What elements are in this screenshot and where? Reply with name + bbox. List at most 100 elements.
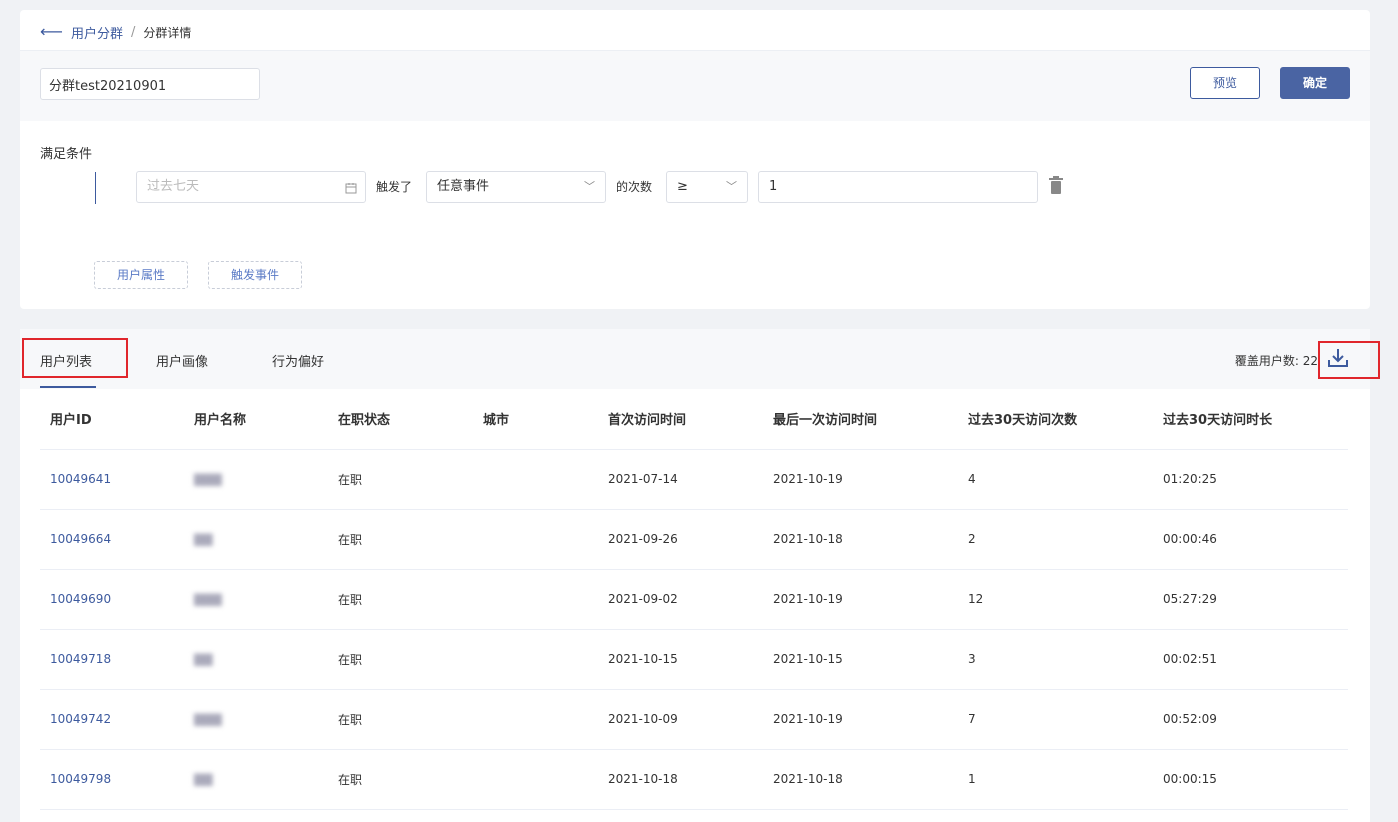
calendar-icon <box>345 172 357 202</box>
table-cell: ▇▇▇ <box>184 449 328 510</box>
add-trigger-event-button[interactable]: 触发事件 <box>208 261 302 289</box>
table-cell: 在职 <box>328 629 473 690</box>
table-cell: 2021-10-19 <box>763 689 958 750</box>
table-cell <box>473 749 598 810</box>
table-cell: 在职 <box>328 569 473 630</box>
preview-button[interactable]: 预览 <box>1190 67 1260 99</box>
triggered-label: 触发了 <box>376 180 413 194</box>
date-range-picker[interactable]: 过去七天 <box>136 171 366 203</box>
tabs-bar <box>20 329 1370 389</box>
column-header: 过去30天访问时长 <box>1153 389 1348 450</box>
table-cell: 2021-10-15 <box>598 629 763 690</box>
column-header: 城市 <box>473 389 598 450</box>
tab-user-portrait[interactable]: 用户画像 <box>156 351 208 370</box>
table-cell: 2021-10-15 <box>763 629 958 690</box>
table-row[interactable]: 10049664 ▇▇ 在职 2021-09-26 2021-10-18 2 00:00:4… <box>40 509 1348 570</box>
table-cell: ▇▇ <box>184 749 328 810</box>
count-label: 的次数 <box>616 180 653 194</box>
table-cell: 2021-10-09 <box>598 689 763 750</box>
arrow-left-icon[interactable]: ⟵ <box>40 23 63 41</box>
operator-select[interactable]: ≥ ﹀ <box>666 171 748 203</box>
table-cell: 00:00:15 <box>1153 749 1348 810</box>
event-select-value: 任意事件 <box>437 179 490 194</box>
coverage-value: 22 <box>1302 354 1318 368</box>
column-header: 在职状态 <box>328 389 473 450</box>
table-cell <box>473 509 598 570</box>
event-select[interactable]: 任意事件 ﹀ <box>426 171 606 203</box>
coverage-label: 覆盖用户数: <box>1234 354 1299 368</box>
operator-select-value: ≥ <box>677 179 688 194</box>
breadcrumb-separator: / <box>130 24 136 40</box>
table-row[interactable]: 10049798 ▇▇ 在职 2021-10-18 2021-10-18 1 00:00:1… <box>40 749 1348 810</box>
trash-icon[interactable] <box>1048 176 1064 196</box>
table-cell[interactable]: 10049664 <box>40 509 184 570</box>
table-cell: 2021-09-02 <box>598 569 763 630</box>
table-cell: 2 <box>958 509 1153 570</box>
conditions-title: 满足条件 <box>40 147 93 162</box>
column-header: 用户名称 <box>184 389 328 450</box>
table-row[interactable]: 10049718 ▇▇ 在职 2021-10-15 2021-10-15 3 00:02:5… <box>40 629 1348 690</box>
tab-behavior-preference[interactable]: 行为偏好 <box>272 351 324 370</box>
table-cell <box>473 629 598 690</box>
table-cell: 00:52:09 <box>1153 689 1348 750</box>
count-value-input[interactable]: 1 <box>758 171 1038 203</box>
table-cell: 7 <box>958 689 1153 750</box>
column-header: 过去30天访问次数 <box>958 389 1153 450</box>
table-cell: 3 <box>958 629 1153 690</box>
table-cell: 00:02:51 <box>1153 629 1348 690</box>
table-cell: 12 <box>958 569 1153 630</box>
add-user-attribute-button[interactable]: 用户属性 <box>94 261 188 289</box>
table-cell: 4 <box>958 449 1153 510</box>
segment-name-input[interactable] <box>40 68 260 100</box>
table-cell[interactable]: 10049641 <box>40 449 184 510</box>
table-cell <box>473 569 598 630</box>
table-cell: ▇▇▇ <box>184 689 328 750</box>
table-cell: 00:00:46 <box>1153 509 1348 570</box>
table-cell: 2021-10-19 <box>763 449 958 510</box>
table-cell: 在职 <box>328 449 473 510</box>
table-cell: 2021-10-18 <box>763 749 958 810</box>
table-cell: 1 <box>958 749 1153 810</box>
table-cell: 在职 <box>328 689 473 750</box>
table-cell <box>473 689 598 750</box>
highlight-box-tab <box>22 338 128 378</box>
table-cell: 2021-09-26 <box>598 509 763 570</box>
breadcrumb-parent-link[interactable]: 用户分群 <box>71 23 123 42</box>
table-cell: 2021-10-18 <box>763 509 958 570</box>
table-cell <box>473 449 598 510</box>
table-cell: 05:27:29 <box>1153 569 1348 630</box>
table-cell: 2021-07-14 <box>598 449 763 510</box>
table-cell: 2021-10-19 <box>763 569 958 630</box>
active-tab-indicator <box>40 386 96 388</box>
coverage-count: 覆盖用户数: 22 <box>1235 352 1318 369</box>
column-header: 用户ID <box>40 389 184 450</box>
table-row[interactable]: 10049641 ▇▇▇ 在职 2021-07-14 2021-10-19 4 01:20:… <box>40 449 1348 510</box>
table-header-row: 用户ID 用户名称 在职状态 城市 首次访问时间 最后一次访问时间 过去30天访… <box>40 389 1348 450</box>
breadcrumb-current: 分群详情 <box>143 25 192 40</box>
date-range-placeholder: 过去七天 <box>147 179 200 194</box>
breadcrumb: ⟵ 用户分群 / 分群详情 <box>40 23 192 42</box>
user-table: 用户ID 用户名称 在职状态 城市 首次访问时间 最后一次访问时间 过去30天访… <box>40 389 1348 810</box>
table-row[interactable]: 10049690 ▇▇▇ 在职 2021-09-02 2021-10-19 12 05:27… <box>40 569 1348 630</box>
table-cell: 在职 <box>328 509 473 570</box>
table-cell: ▇▇ <box>184 629 328 690</box>
table-cell[interactable]: 10049718 <box>40 629 184 690</box>
table-cell: 2021-10-18 <box>598 749 763 810</box>
user-list-card: 用户列表 用户画像 行为偏好 覆盖用户数: 22 用户ID 用户名称 在职状态 … <box>20 329 1380 822</box>
column-header: 最后一次访问时间 <box>763 389 958 450</box>
chevron-down-icon: ﹀ <box>584 180 595 193</box>
count-value-text: 1 <box>769 179 778 194</box>
table-cell[interactable]: 10049690 <box>40 569 184 630</box>
table-cell: 01:20:25 <box>1153 449 1348 510</box>
table-row[interactable]: 10049742 ▇▇▇ 在职 2021-10-09 2021-10-19 7 00:52:… <box>40 689 1348 750</box>
table-cell[interactable]: 10049798 <box>40 749 184 810</box>
table-cell[interactable]: 10049742 <box>40 689 184 750</box>
column-header: 首次访问时间 <box>598 389 763 450</box>
confirm-button[interactable]: 确定 <box>1280 67 1350 99</box>
highlight-box-download <box>1318 341 1380 379</box>
table-cell: 在职 <box>328 749 473 810</box>
segment-editor-card: ⟵ 用户分群 / 分群详情 预览 确定 满足条件 过去七天 触发了 任意事件 ﹀… <box>20 10 1370 309</box>
table-cell: ▇▇ <box>184 509 328 570</box>
condition-group-line <box>95 172 96 204</box>
chevron-down-icon: ﹀ <box>726 180 737 193</box>
